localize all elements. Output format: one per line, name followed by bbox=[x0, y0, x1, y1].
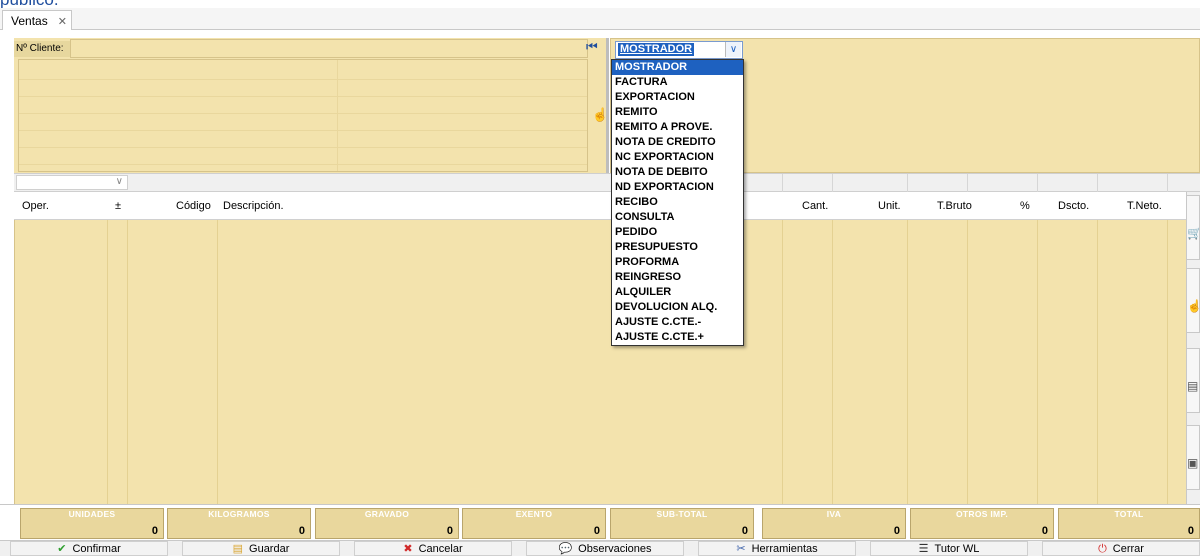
dropdown-option[interactable]: MOSTRADOR bbox=[612, 60, 743, 75]
col-codigo[interactable]: Código bbox=[176, 200, 211, 212]
tools-icon: ✂ bbox=[736, 543, 746, 555]
dropdown-option[interactable]: RECIBO bbox=[612, 195, 743, 210]
dropdown-option[interactable]: NC EXPORTACION bbox=[612, 150, 743, 165]
dropdown-option[interactable]: REMITO bbox=[612, 105, 743, 120]
save-icon: ▤ bbox=[232, 543, 244, 555]
cliente-input[interactable] bbox=[70, 39, 588, 58]
dropdown-option[interactable]: DEVOLUCION ALQ. bbox=[612, 300, 743, 315]
observaciones-button[interactable]: 💬 Observaciones bbox=[526, 541, 684, 556]
chevron-down-icon: ∨ bbox=[115, 176, 123, 187]
cancel-icon: ✖ bbox=[403, 543, 413, 555]
tutor-icon: ☰ bbox=[918, 543, 929, 555]
guardar-button[interactable]: ▤ Guardar bbox=[182, 541, 340, 556]
herramientas-button[interactable]: ✂ Herramientas bbox=[698, 541, 856, 556]
total-unidades: UNIDADES 0 bbox=[20, 508, 164, 539]
dropdown-option[interactable]: PROFORMA bbox=[612, 255, 743, 270]
col-dscto[interactable]: Dscto. bbox=[1058, 200, 1089, 212]
dropdown-option[interactable]: ALQUILER bbox=[612, 285, 743, 300]
spreadsheet-icon[interactable]: ▤ bbox=[1186, 348, 1200, 413]
total-kilogramos: KILOGRAMOS 0 bbox=[167, 508, 311, 539]
col-descripcion[interactable]: Descripción. bbox=[223, 200, 284, 212]
comments-icon: 💬 bbox=[558, 543, 573, 555]
cerrar-button[interactable]: ⏻ Cerrar bbox=[1042, 541, 1200, 556]
total-exento: EXENTO 0 bbox=[462, 508, 606, 539]
items-grid-body[interactable] bbox=[14, 220, 1186, 504]
total-subtotal: SUB-TOTAL 0 bbox=[610, 508, 754, 539]
col-cant[interactable]: Cant. bbox=[802, 200, 828, 212]
dropdown-option[interactable]: PRESUPUESTO bbox=[612, 240, 743, 255]
filter-bar bbox=[14, 173, 1200, 192]
total-otros-imp: OTROS IMP. 0 bbox=[910, 508, 1054, 539]
dropdown-option[interactable]: AJUSTE C.CTE.+ bbox=[612, 330, 743, 345]
cancelar-button[interactable]: ✖ Cancelar bbox=[354, 541, 512, 556]
col-tneto[interactable]: T.Neto. bbox=[1127, 200, 1162, 212]
dropdown-option[interactable]: AJUSTE C.CTE.- bbox=[612, 315, 743, 330]
tab-label: Ventas bbox=[11, 14, 48, 28]
comprobante-selected-value[interactable]: MOSTRADOR bbox=[618, 43, 695, 56]
dropdown-option[interactable]: ND EXPORTACION bbox=[612, 180, 743, 195]
dropdown-option[interactable]: FACTURA bbox=[612, 75, 743, 90]
dropdown-option[interactable]: CONSULTA bbox=[612, 210, 743, 225]
dropdown-option[interactable]: PEDIDO bbox=[612, 225, 743, 240]
cart-icon[interactable]: 🛒 bbox=[1186, 195, 1200, 260]
col-tbruto[interactable]: T.Bruto bbox=[937, 200, 972, 212]
dropdown-option[interactable]: REINGRESO bbox=[612, 270, 743, 285]
tutor-wl-button[interactable]: ☰ Tutor WL bbox=[870, 541, 1028, 556]
power-icon: ⏻ bbox=[1098, 543, 1107, 555]
col-unit[interactable]: Unit. bbox=[878, 200, 901, 212]
register-icon[interactable]: ▣ bbox=[1186, 425, 1200, 490]
dropdown-option[interactable]: EXPORTACION bbox=[612, 90, 743, 105]
splitter[interactable] bbox=[606, 38, 609, 173]
tab-bar bbox=[0, 8, 1200, 30]
col-porcentaje[interactable]: % bbox=[1020, 200, 1030, 212]
confirmar-button[interactable]: ✔ Confirmar bbox=[10, 541, 168, 556]
dropdown-option[interactable]: NOTA DE DEBITO bbox=[612, 165, 743, 180]
check-circle-icon: ✔ bbox=[57, 543, 67, 555]
hand-pointer-icon[interactable]: ☝ bbox=[1186, 268, 1200, 333]
filter-combo[interactable]: ∨ bbox=[16, 175, 128, 190]
page-heading-cut: publico. bbox=[0, 0, 59, 9]
close-icon[interactable]: ✕ bbox=[58, 16, 67, 28]
comprobante-dropdown-list[interactable]: MOSTRADOR FACTURA EXPORTACION REMITO REM… bbox=[611, 59, 744, 346]
first-record-icon[interactable]: ⏮ bbox=[586, 40, 600, 54]
total-iva: IVA 0 bbox=[762, 508, 906, 539]
col-plusminus[interactable]: ± bbox=[115, 200, 121, 212]
cliente-label: Nº Cliente: bbox=[14, 41, 70, 57]
col-oper[interactable]: Oper. bbox=[22, 200, 49, 212]
dropdown-option[interactable]: REMITO A PROVE. bbox=[612, 120, 743, 135]
client-info-grid bbox=[18, 59, 588, 172]
chevron-down-icon[interactable]: ∨ bbox=[725, 42, 741, 57]
total-gravado: GRAVADO 0 bbox=[315, 508, 459, 539]
dropdown-option[interactable]: NOTA DE CREDITO bbox=[612, 135, 743, 150]
tab-ventas[interactable]: Ventas ✕ bbox=[2, 10, 72, 30]
total-total: TOTAL 0 bbox=[1058, 508, 1200, 539]
